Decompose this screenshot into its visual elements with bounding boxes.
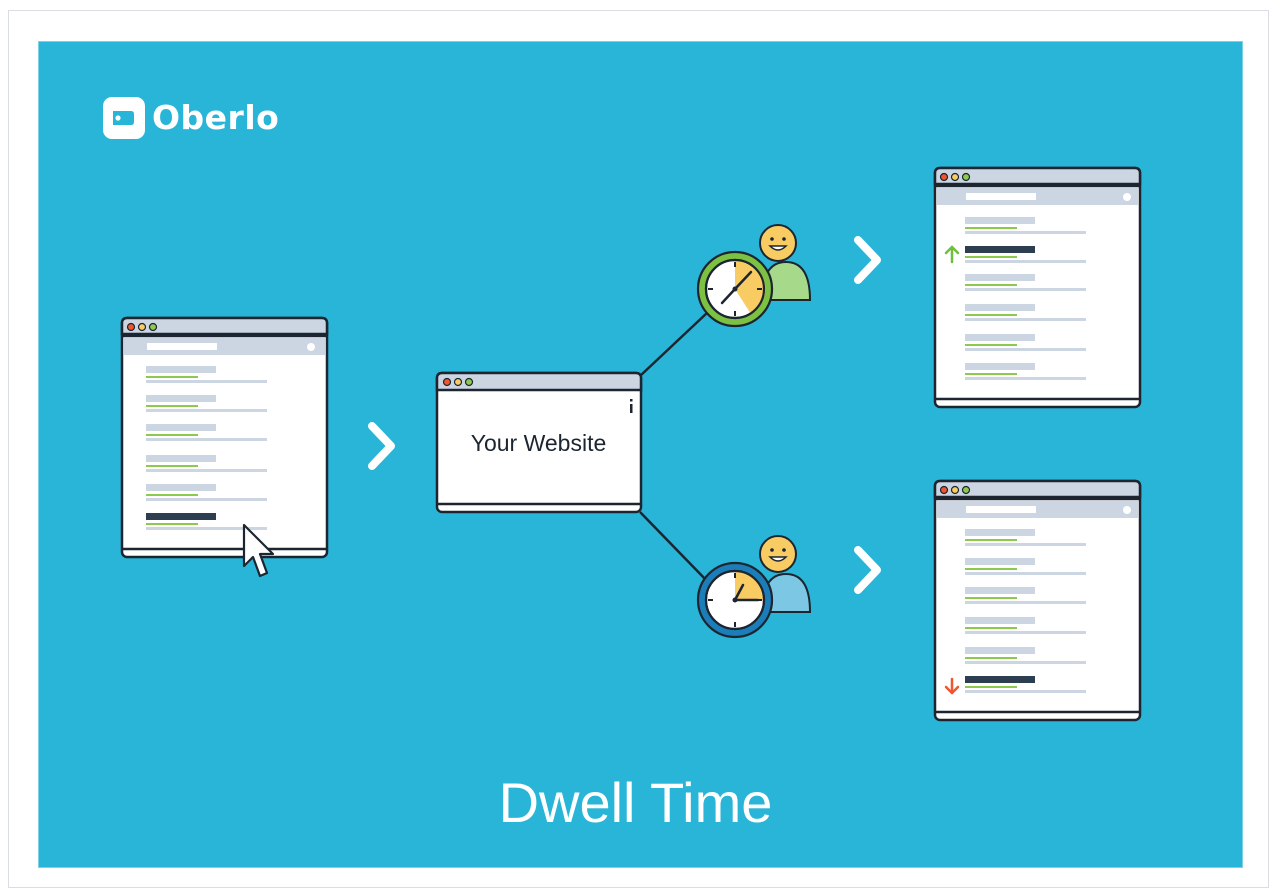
- search-results-window: [120, 316, 329, 559]
- clicked-result: [146, 513, 216, 520]
- chevron-right-icon: [854, 236, 881, 284]
- connector-long-visit: [639, 311, 709, 377]
- smiling-face-icon: [759, 535, 797, 573]
- promoted-result: [965, 246, 1035, 253]
- chevron-right-icon: [368, 422, 395, 470]
- dwell-time-title: Dwell Time: [498, 771, 773, 834]
- connector-short-visit: [639, 511, 709, 583]
- demoted-result: [965, 676, 1035, 683]
- your-website-label: Your Website: [470, 430, 607, 456]
- long-visit-clock: [696, 250, 774, 328]
- smiling-face-icon: [759, 224, 797, 262]
- chevron-right-icon: [854, 546, 881, 594]
- ranking-up-window: [933, 166, 1142, 409]
- ranking-down-window: [933, 479, 1142, 722]
- short-visit-clock: [696, 561, 774, 639]
- scroll-indicator: [630, 404, 633, 413]
